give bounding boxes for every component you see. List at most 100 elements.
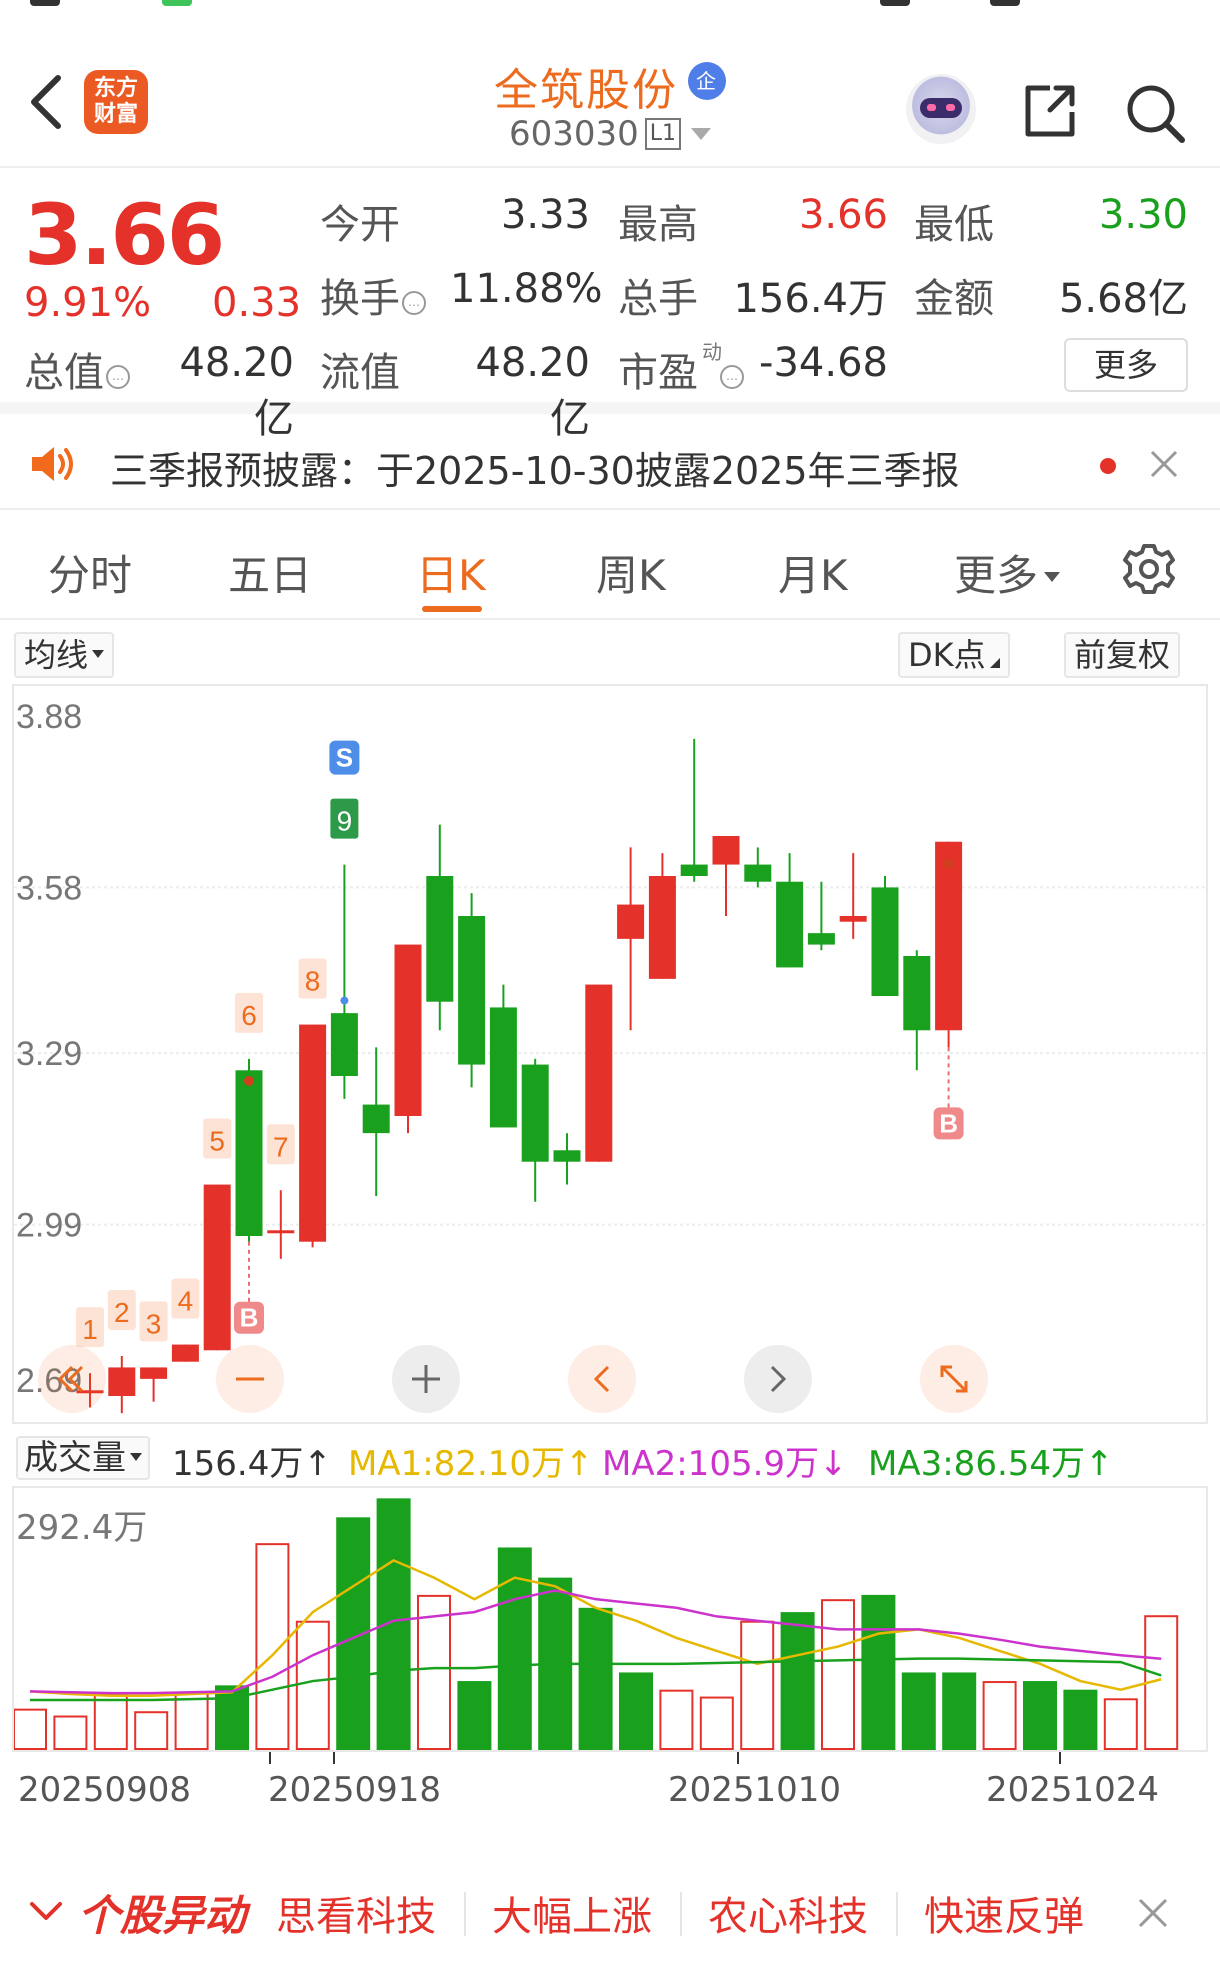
candle-body [489, 1007, 517, 1128]
status-indicator [162, 0, 192, 6]
scroll-right-button[interactable] [744, 1345, 812, 1413]
low-value: 3.30 [1098, 192, 1188, 238]
ticker-item[interactable]: 快速反弹 [924, 1884, 1084, 1942]
info-icon[interactable]: … [106, 365, 130, 389]
scroll-left-fast-button[interactable] [38, 1345, 106, 1413]
count-marker: 3 [146, 1308, 162, 1339]
buy-signal: B [240, 1303, 259, 1333]
volume-bar [255, 1543, 290, 1750]
volume-max-label: 292.4万 [16, 1508, 148, 1548]
volume-svg [14, 1498, 1179, 1750]
more-quote-button[interactable]: 更多 [1064, 338, 1188, 392]
ai-assistant-avatar[interactable] [906, 74, 976, 144]
mktcap-label-container[interactable]: 总值… [24, 340, 130, 398]
candle-body [108, 1367, 136, 1396]
high-label: 最高 [618, 202, 698, 248]
scroll-left-button[interactable] [568, 1345, 636, 1413]
tab-monthly-k[interactable]: 月K [778, 542, 848, 603]
gear-icon[interactable] [1122, 542, 1176, 596]
signal-dot [340, 996, 349, 1005]
volume-bar [659, 1689, 694, 1750]
divider [464, 1892, 466, 1936]
candle-body [235, 1070, 263, 1236]
close-icon[interactable] [1148, 448, 1180, 480]
tab-five-day[interactable]: 五日 [228, 542, 312, 603]
kline-chart[interactable]: 3.88 3.58 3.29 2.99 2.69 1 2 3 4 5 6 7 8 9 S B B [12, 684, 1208, 1424]
notice-bar[interactable]: 三季报预披露：于2025-10-30披露2025年三季报 [0, 414, 1220, 510]
volume-bar [942, 1672, 977, 1750]
chevron-left-icon [593, 1365, 610, 1393]
tab-intraday[interactable]: 分时 [48, 542, 132, 603]
stock-detail-page: 东方财富 全筑股份企 603030 L1 3.66 9.91% 0.33 今开 3… [0, 0, 1220, 1980]
chevron-down-icon[interactable] [28, 1896, 64, 1926]
tab-more-label: 更多 [954, 551, 1039, 600]
ma-select-label: 均线 [24, 636, 89, 674]
candle-body [553, 1150, 581, 1162]
candle-body [426, 876, 454, 1002]
ticker-item[interactable]: 思看科技 [276, 1884, 436, 1942]
search-icon[interactable] [1124, 82, 1186, 144]
dk-points-button[interactable]: DK点 [898, 632, 1010, 678]
zoom-in-button[interactable] [392, 1345, 460, 1413]
ticker-item[interactable]: 大幅上涨 [492, 1884, 652, 1942]
candle-body [585, 984, 613, 1162]
date-label: 20250918 [268, 1770, 442, 1810]
volume-chart[interactable]: 292.4万 [12, 1486, 1208, 1752]
sell-signal: S [336, 743, 353, 773]
volume-bar [376, 1498, 411, 1750]
share-icon[interactable] [1020, 82, 1078, 140]
zoom-out-button[interactable] [216, 1345, 284, 1413]
fullscreen-button[interactable] [920, 1345, 988, 1413]
candle-body [617, 904, 645, 939]
volume-bar [780, 1612, 815, 1750]
tab-weekly-k[interactable]: 周K [596, 542, 666, 603]
header: 东方财富 全筑股份企 603030 L1 [0, 14, 1220, 168]
pe-label-container[interactable]: 市盈 … [618, 340, 744, 398]
ma-select[interactable]: 均线 [14, 632, 115, 678]
volume-label: 总手 [618, 276, 698, 322]
count-marker: 4 [178, 1286, 194, 1317]
ticker-item[interactable]: 农心科技 [708, 1884, 868, 1942]
mktcap-label: 总值 [24, 350, 104, 396]
volume-header: 成交量 156.4万↑ MA1:82.10万↑ MA2:105.9万↓ MA3:… [12, 1428, 1208, 1486]
count-marker: 7 [273, 1131, 289, 1162]
turnover-label: 换手 [320, 276, 400, 322]
indicator-select-label: 成交量 [24, 1438, 126, 1478]
active-tab-indicator [422, 606, 482, 612]
volume-value-label: 156.4万↑ [172, 1444, 332, 1484]
amount-value: 5.68亿 [1058, 276, 1188, 322]
volume-bar [14, 1708, 47, 1750]
adjust-button[interactable]: 前复权 [1064, 632, 1181, 678]
stock-name: 全筑股份 [494, 65, 678, 116]
indicator-select[interactable]: 成交量 [16, 1436, 150, 1480]
ma3-legend: MA3:86.54万↑ [868, 1444, 1114, 1484]
double-chevron-left-icon [57, 1365, 84, 1393]
pe-value: -34.68 [759, 340, 888, 386]
candle-body [839, 916, 867, 922]
y-axis-label: 3.88 [16, 698, 82, 736]
candle-body [935, 841, 963, 1031]
candle-body [362, 1104, 390, 1134]
count-marker: 2 [114, 1297, 130, 1328]
volume-bar [740, 1620, 775, 1750]
candle-body [871, 887, 899, 996]
amount-label: 金额 [914, 276, 994, 322]
tab-daily-k[interactable]: 日K [416, 542, 486, 603]
y-axis-label: 2.99 [16, 1207, 82, 1245]
expand-icon [940, 1365, 968, 1393]
pe-label: 市盈 [618, 350, 698, 396]
open-value: 3.33 [500, 192, 590, 238]
volume-bar [174, 1692, 209, 1750]
tab-more[interactable]: 更多 [954, 542, 1061, 603]
float-cap-label: 流值 [320, 350, 400, 396]
speaker-icon [32, 447, 73, 481]
unread-dot [1100, 458, 1116, 474]
volume-bar [699, 1696, 734, 1750]
dk-points-label: DK点 [908, 636, 986, 674]
close-icon[interactable] [1136, 1896, 1170, 1930]
high-value: 3.66 [798, 192, 888, 238]
info-icon[interactable]: … [720, 365, 744, 389]
turnover-label-container[interactable]: 换手… [320, 266, 426, 324]
plus-icon [412, 1365, 440, 1393]
info-icon[interactable]: … [402, 291, 426, 315]
